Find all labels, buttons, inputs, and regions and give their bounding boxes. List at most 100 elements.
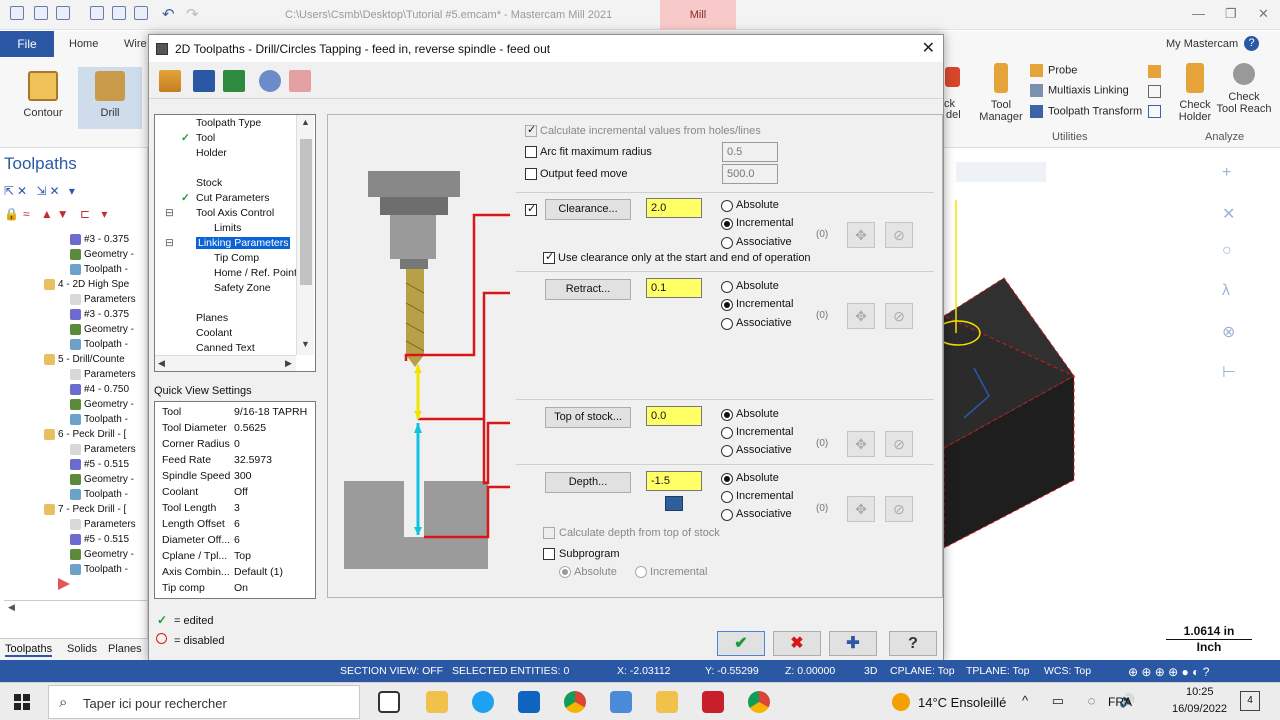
top-stock-incremental-radio[interactable] <box>721 427 733 439</box>
depth-incremental-radio[interactable] <box>721 491 733 503</box>
toolpath-tree-item[interactable]: Geometry - <box>70 399 134 410</box>
top-stock-absolute-radio[interactable] <box>721 409 733 421</box>
nav-item[interactable]: Stock <box>196 177 222 189</box>
check-holder-button[interactable]: Check Holder <box>1172 63 1218 123</box>
toolpath-tree-item[interactable]: Toolpath - <box>70 339 128 350</box>
toolpath-tree-item[interactable]: Parameters <box>70 519 136 530</box>
depth-input[interactable]: -1.5 <box>646 471 702 491</box>
nav-item[interactable]: Safety Zone <box>214 282 271 294</box>
nav-item[interactable]: Coolant <box>196 327 232 339</box>
tool-icon[interactable] <box>159 70 181 92</box>
cancel-button[interactable]: ✖ <box>773 631 821 656</box>
nav-item[interactable]: Toolpath Type <box>196 117 261 129</box>
toolpaths-toolbar-row2[interactable]: 🔒≈ ▲▼ ⊏ ▾ <box>4 207 111 221</box>
add-button[interactable]: ✚ <box>829 631 877 656</box>
tab-home[interactable]: Home <box>69 38 98 50</box>
retract-incremental-radio[interactable] <box>721 299 733 311</box>
retract-associative-radio[interactable] <box>721 318 733 330</box>
notifications-icon[interactable]: 4 <box>1240 691 1260 711</box>
calculator-icon[interactable] <box>665 496 683 511</box>
dimension-icon[interactable]: ⊢ <box>1222 362 1236 382</box>
multiaxis-linking-button[interactable]: Multiaxis Linking <box>1030 84 1129 97</box>
find-icon[interactable] <box>259 70 281 92</box>
contour-button[interactable]: Contour <box>16 71 70 119</box>
top-stock-associative-radio[interactable] <box>721 445 733 457</box>
clearance-absolute-radio[interactable] <box>721 200 733 212</box>
nav-item[interactable]: Planes <box>196 312 228 324</box>
use-clearance-checkbox[interactable] <box>543 250 555 264</box>
toolpath-tree-item[interactable]: Toolpath - <box>70 489 128 500</box>
nav-item[interactable]: Tip Comp <box>214 252 259 264</box>
toolpath-tree-item[interactable]: 7 - Peck Drill - [ <box>44 504 126 515</box>
file-explorer-icon[interactable] <box>426 691 448 713</box>
toolpath-tree-item[interactable]: Geometry - <box>70 549 134 560</box>
toolpath-tree-item[interactable]: #3 - 0.375 <box>70 234 129 245</box>
language-indicator[interactable]: FRA <box>1108 695 1132 709</box>
retract-absolute-radio[interactable] <box>721 281 733 293</box>
tree-scroll-thumb[interactable] <box>300 139 312 285</box>
tree-horizontal-scrollbar[interactable]: ◀ ▶ <box>155 355 296 371</box>
utility-icon-2[interactable] <box>1148 85 1161 98</box>
redo-icon[interactable]: ↷ <box>186 5 199 23</box>
depth-absolute-radio[interactable] <box>721 473 733 485</box>
status-cplane[interactable]: CPLANE: Top <box>890 665 955 677</box>
tab-toolpaths[interactable]: Toolpaths <box>5 643 53 657</box>
collapse-icon[interactable]: ⊟ <box>165 207 174 219</box>
clearance-associative-radio[interactable] <box>721 237 733 249</box>
context-tab-mill[interactable]: Mill <box>660 0 736 30</box>
toolpath-tree-item[interactable]: 4 - 2D High Spe <box>44 279 129 290</box>
probe-button[interactable]: Probe <box>1030 64 1077 77</box>
arc-fit-checkbox[interactable] <box>525 146 537 158</box>
toolpath-tree-item[interactable]: Toolpath - <box>70 264 128 275</box>
toolpath-tree-item[interactable]: 6 - Peck Drill - [ <box>44 429 126 440</box>
export-icon[interactable] <box>223 70 245 92</box>
tool-manager-button[interactable]: Tool Manager <box>976 63 1026 123</box>
toolpath-tree-item[interactable]: Geometry - <box>70 474 134 485</box>
collapse-icon[interactable]: ⊟ <box>165 237 174 249</box>
toolpath-tree-item[interactable]: Parameters <box>70 444 136 455</box>
chrome-icon-2[interactable] <box>748 691 770 713</box>
insert-arrow-icon[interactable] <box>58 578 70 590</box>
mastercam-taskbar-icon[interactable] <box>702 691 724 713</box>
horizontal-scrollbar[interactable]: ◀ <box>4 600 148 614</box>
circle-icon[interactable]: ○ <box>1222 242 1232 260</box>
nav-item[interactable]: Tool <box>196 132 215 144</box>
view-toolbar[interactable] <box>956 162 1046 182</box>
tree-vertical-scrollbar[interactable]: ▲ ▼ <box>296 115 314 355</box>
minimize-button[interactable]: — <box>1192 6 1205 21</box>
subprogram-checkbox[interactable] <box>543 548 555 560</box>
weather-sun-icon[interactable] <box>892 693 910 711</box>
check-tool-reach-button[interactable]: Check Tool Reach <box>1216 63 1272 115</box>
nav-item[interactable]: Linking Parameters <box>196 237 291 249</box>
depth-button[interactable]: Depth... <box>545 472 631 493</box>
output-feed-checkbox[interactable] <box>525 168 537 180</box>
nav-item[interactable]: Home / Ref. Points <box>214 267 302 279</box>
drill-button[interactable]: Drill <box>78 67 142 129</box>
help-button[interactable]: ? <box>889 631 937 656</box>
save-icon[interactable] <box>34 6 48 20</box>
taskbar-search[interactable]: ⌕ Taper ici pour rechercher <box>48 685 360 719</box>
nav-item[interactable]: Cut Parameters <box>196 192 270 204</box>
retract-input[interactable]: 0.1 <box>646 278 702 298</box>
toolpath-tree-item[interactable]: Toolpath - <box>70 414 128 425</box>
toolpath-tree-item[interactable]: Geometry - <box>70 249 134 260</box>
checklist-icon[interactable] <box>134 6 148 20</box>
toolpath-tree-item[interactable]: #4 - 0.750 <box>70 384 129 395</box>
stock-model-icon[interactable] <box>945 67 960 87</box>
ok-button[interactable]: ✔ <box>717 631 765 656</box>
clearance-button[interactable]: Clearance... <box>545 199 631 220</box>
curve-icon[interactable]: λ <box>1222 282 1230 300</box>
depth-associative-radio[interactable] <box>721 509 733 521</box>
delete-icon[interactable] <box>289 70 311 92</box>
windows-start-icon[interactable] <box>14 694 30 710</box>
outlook-icon[interactable] <box>518 691 540 713</box>
clearance-checkbox[interactable] <box>525 202 537 216</box>
clearance-incremental-radio[interactable] <box>721 218 733 230</box>
tab-file[interactable]: File <box>0 31 54 57</box>
task-view-icon[interactable] <box>378 691 400 713</box>
parameter-tree[interactable]: Toolpath Type Tool ✓ Holder Stock Cut Paramet… <box>154 114 316 372</box>
top-of-stock-input[interactable]: 0.0 <box>646 406 702 426</box>
nav-item[interactable]: Limits <box>214 222 241 234</box>
tab-solids[interactable]: Solids <box>67 643 97 655</box>
toolpath-tree-item[interactable]: Parameters <box>70 369 136 380</box>
